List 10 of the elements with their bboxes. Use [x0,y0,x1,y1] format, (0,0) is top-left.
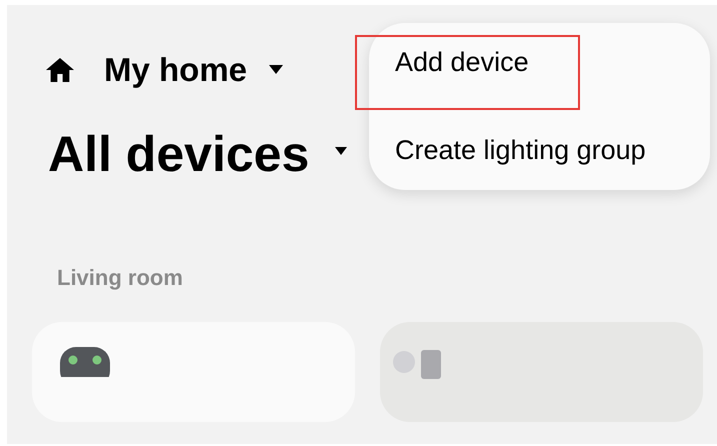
page-title: All devices [48,125,310,183]
caret-icon[interactable] [269,65,284,75]
menu-item[interactable]: Create lighting group [355,122,710,178]
home-selector[interactable]: My home [104,51,248,89]
caret-icon[interactable] [335,147,348,155]
robot-icon [60,347,110,377]
switch-icon [392,349,442,379]
device-card[interactable] [32,322,355,422]
section-label: Living room [56,265,184,291]
menu-item[interactable]: Add device [355,35,580,110]
